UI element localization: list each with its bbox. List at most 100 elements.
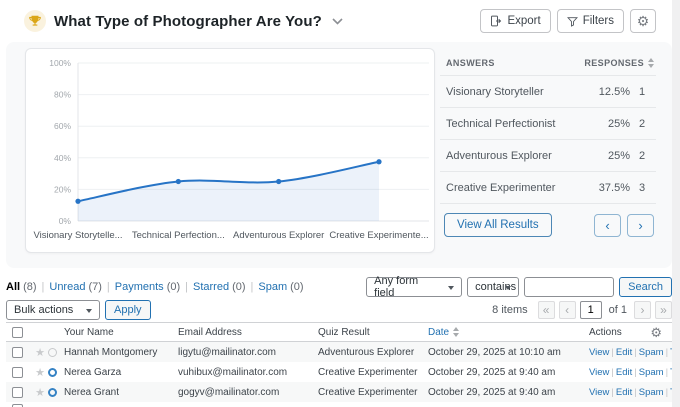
row-actions: View|Edit|Spam|Trash (589, 387, 672, 398)
edit-link[interactable]: Edit (616, 347, 632, 358)
bulk-actions-value: Bulk actions (14, 304, 73, 316)
edit-link[interactable]: Edit (616, 387, 632, 398)
filters-button[interactable]: Filters (557, 9, 624, 33)
next-page-button[interactable]: › (634, 301, 651, 319)
table-row-partial (6, 402, 672, 407)
search-button[interactable]: Search (619, 277, 672, 297)
sort-icon[interactable] (648, 58, 654, 68)
answer-row: Visionary Storyteller 12.5% 1 (440, 76, 656, 108)
row-actions: View|Edit|Spam|Trash (589, 347, 672, 358)
spam-link[interactable]: Spam (639, 347, 664, 358)
cell-result: Creative Experimenter (318, 367, 428, 378)
separator: | (107, 281, 110, 293)
separator: | (634, 347, 636, 358)
chevron-right-icon: › (638, 218, 642, 233)
cell-email: gogyv@mailinator.com (178, 387, 318, 398)
answer-label: Adventurous Explorer (446, 150, 586, 162)
svg-text:Technical Perfection...: Technical Perfection... (132, 230, 225, 241)
view-link[interactable]: Payments (115, 281, 164, 293)
select-all-checkbox[interactable] (12, 327, 23, 338)
answer-label: Visionary Storyteller (446, 86, 586, 98)
view-link[interactable]: Unread (49, 281, 85, 293)
apply-button[interactable]: Apply (105, 300, 151, 320)
view-filter-starred[interactable]: Starred(0) (193, 281, 246, 293)
star-icon[interactable]: ★ (32, 346, 48, 359)
separator: | (666, 347, 668, 358)
view-link[interactable]: View (589, 347, 609, 358)
prev-page-icon: ‹ (565, 303, 569, 317)
field-filter-value: Any form field (374, 275, 441, 299)
chevron-down-icon[interactable] (332, 18, 343, 25)
search-controls: Any form field contains Search (366, 277, 672, 297)
answer-row: Technical Perfectionist 25% 2 (440, 108, 656, 140)
row-checkbox[interactable] (12, 347, 23, 358)
export-button[interactable]: Export (480, 9, 550, 33)
separator: | (611, 347, 613, 358)
answers-panel: ANSWERS RESPONSES Visionary Storyteller … (440, 50, 656, 237)
table-row: ★ Nerea Garza vuhibux@mailinator.com Cre… (6, 362, 672, 382)
search-input[interactable] (524, 277, 614, 297)
view-count: (8) (23, 281, 36, 293)
svg-text:Adventurous Explorer: Adventurous Explorer (233, 230, 324, 241)
view-filter-payments[interactable]: Payments(0) (115, 281, 180, 293)
table-header-row: Your Name Email Address Quiz Result Date… (6, 322, 672, 342)
prev-page-button[interactable]: ‹ (559, 301, 576, 319)
star-icon[interactable]: ★ (32, 366, 48, 379)
separator: | (666, 387, 668, 398)
cell-name: Hannah Montgomery (64, 347, 178, 358)
answer-row: Creative Experimenter 37.5% 3 (440, 172, 656, 204)
next-question-button[interactable]: › (627, 214, 654, 237)
separator: | (611, 387, 613, 398)
svg-text:80%: 80% (54, 90, 71, 100)
svg-text:40%: 40% (54, 153, 71, 163)
column-header-date[interactable]: Date (428, 327, 589, 338)
view-link[interactable]: View (589, 387, 609, 398)
chart-canvas: 0%20%40%60%80%100%Visionary Storytelle..… (26, 49, 436, 254)
bulk-actions-select[interactable]: Bulk actions (6, 300, 100, 320)
sort-icon (453, 327, 459, 337)
prev-question-button[interactable]: ‹ (594, 214, 621, 237)
read-status-icon[interactable] (48, 388, 57, 397)
spam-link[interactable]: Spam (639, 387, 664, 398)
date-header-label: Date (428, 327, 449, 338)
table-settings-gear-icon[interactable]: ⚙ (650, 325, 662, 341)
star-icon[interactable]: ★ (32, 386, 48, 399)
view-all-results-button[interactable]: View All Results (444, 213, 552, 237)
export-icon (490, 15, 502, 27)
cell-date: October 29, 2025 at 10:10 am (428, 347, 589, 358)
view-link[interactable]: View (589, 367, 609, 378)
view-filter-spam[interactable]: Spam(0) (258, 281, 303, 293)
last-page-button[interactable]: » (655, 301, 672, 319)
comparison-value: contains (475, 281, 516, 293)
field-filter-select[interactable]: Any form field (366, 277, 462, 297)
bulk-actions-bar: Bulk actions Apply 8 items « ‹ of 1 › » (6, 300, 672, 320)
view-link[interactable]: Spam (258, 281, 287, 293)
filters-label: Filters (583, 15, 614, 27)
view-count: (0) (232, 281, 245, 293)
first-page-button[interactable]: « (538, 301, 555, 319)
row-checkbox[interactable] (12, 387, 23, 398)
funnel-icon (567, 16, 578, 27)
comparison-select[interactable]: contains (467, 277, 519, 297)
view-link[interactable]: Starred (193, 281, 229, 293)
cell-date: October 29, 2025 at 9:40 am (428, 387, 589, 398)
read-status-icon[interactable] (48, 368, 57, 377)
row-checkbox[interactable] (12, 367, 23, 378)
settings-button[interactable]: ⚙ (630, 9, 656, 33)
read-status-icon[interactable] (48, 348, 57, 357)
entries-table: Your Name Email Address Quiz Result Date… (6, 322, 672, 407)
view-filter-all[interactable]: All(8) (6, 281, 37, 293)
current-page-input[interactable] (580, 301, 602, 319)
separator: | (42, 281, 45, 293)
trophy-icon (24, 10, 46, 32)
svg-text:Creative Experimente...: Creative Experimente... (329, 230, 428, 241)
separator: | (251, 281, 254, 293)
spam-link[interactable]: Spam (639, 367, 664, 378)
view-filter-unread[interactable]: Unread(7) (49, 281, 102, 293)
view-link[interactable]: All (6, 281, 20, 293)
separator: | (666, 367, 668, 378)
view-count: (0) (167, 281, 180, 293)
svg-text:60%: 60% (54, 121, 71, 131)
svg-text:20%: 20% (54, 184, 71, 194)
edit-link[interactable]: Edit (616, 367, 632, 378)
